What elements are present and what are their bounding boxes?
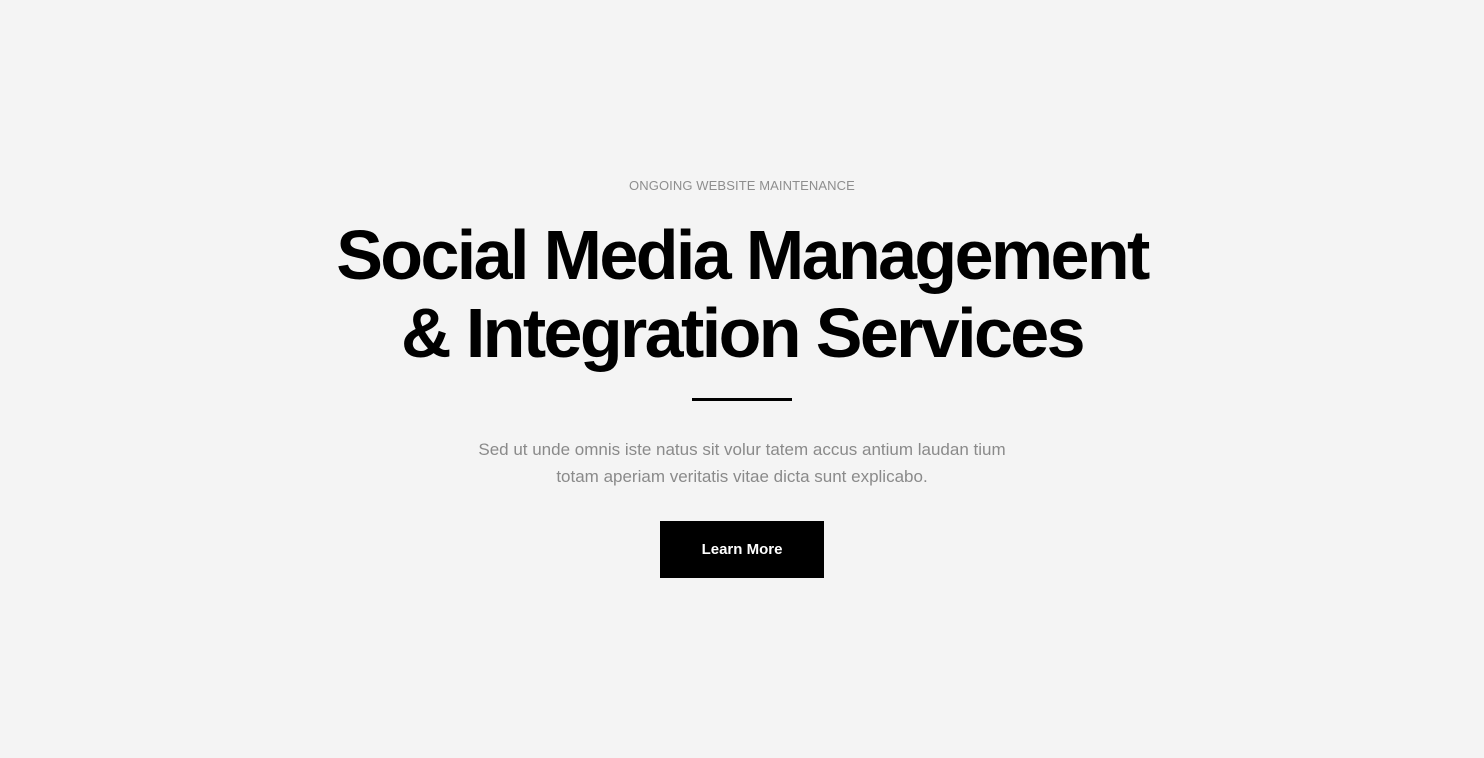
hero-description-line-1: Sed ut unde omnis iste natus sit volur t…: [478, 440, 1006, 459]
hero-description-line-2: totam aperiam veritatis vitae dicta sunt…: [556, 467, 928, 486]
title-divider: [692, 398, 792, 401]
page-title: Social Media Management & Integration Se…: [0, 216, 1484, 372]
hero-section: ONGOING WEBSITE MAINTENANCE Social Media…: [0, 0, 1484, 758]
learn-more-button[interactable]: Learn More: [660, 521, 824, 578]
hero-description: Sed ut unde omnis iste natus sit volur t…: [442, 436, 1042, 490]
page-title-line-1: Social Media Management: [336, 216, 1150, 294]
page-title-line-2: & Integration Services: [401, 294, 1086, 372]
eyebrow-label: ONGOING WEBSITE MAINTENANCE: [629, 178, 855, 193]
